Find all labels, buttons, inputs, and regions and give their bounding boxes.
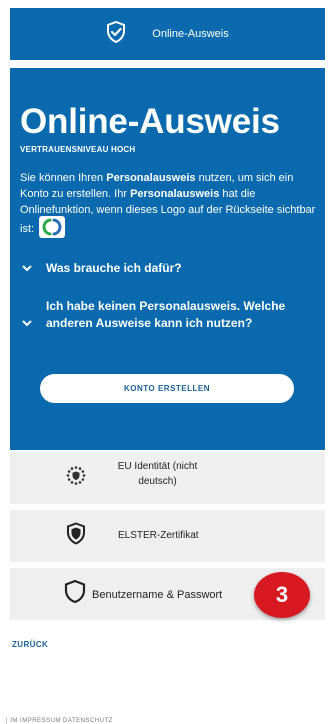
option-username-password-label: Benutzername & Passwort	[92, 589, 223, 601]
faq-what-needed[interactable]: Was brauche ich dafür?	[22, 260, 182, 277]
option-eu-identity[interactable]: EU Identität (nicht deutsch)	[10, 452, 325, 504]
create-account-button[interactable]: KONTO ERSTELLEN	[40, 374, 294, 403]
trust-level-label: VERTRAUENSNIVEAU HOCH	[20, 145, 136, 154]
selected-method-header[interactable]: Online-Ausweis	[10, 8, 325, 60]
eid-logo-icon	[39, 216, 66, 238]
eu-stars-icon	[65, 465, 87, 492]
footer-links: | IM IMPRESSUM DATENSCHUTZ	[6, 718, 113, 724]
back-link[interactable]: ZURÜCK	[12, 640, 48, 649]
option-elster-label: ELSTER-Zertifikat	[118, 530, 199, 541]
shield-outline-icon	[64, 579, 86, 609]
chevron-down-icon	[22, 315, 38, 332]
faq-what-needed-label: Was brauche ich dafür?	[46, 261, 182, 275]
online-ausweis-panel: Online-Ausweis VERTRAUENSNIVEAU HOCH Sie…	[10, 68, 325, 450]
panel-title: Online-Ausweis	[20, 102, 280, 141]
shield-check-icon	[106, 20, 126, 48]
header-title: Online-Ausweis	[152, 28, 229, 40]
panel-description: Sie können Ihren Personalausweis nutzen,…	[20, 170, 320, 240]
option-elster[interactable]: ELSTER-Zertifikat	[10, 510, 325, 562]
desc-text: Sie können Ihren	[20, 172, 107, 184]
option-eu-identity-label: EU Identität (nicht deutsch)	[117, 461, 198, 487]
shield-icon	[66, 522, 86, 550]
desc-bold: Personalausweis	[130, 188, 220, 200]
chevron-down-icon	[22, 260, 38, 277]
desc-bold: Personalausweis	[106, 172, 196, 184]
faq-other-ids[interactable]: Ich habe keinen Personalausweis. Welche …	[22, 298, 292, 332]
login-page: Online-Ausweis Online-Ausweis VERTRAUENS…	[0, 0, 328, 724]
faq-other-ids-label: Ich habe keinen Personalausweis. Welche …	[46, 299, 286, 330]
step-marker-badge: 3	[254, 572, 310, 618]
